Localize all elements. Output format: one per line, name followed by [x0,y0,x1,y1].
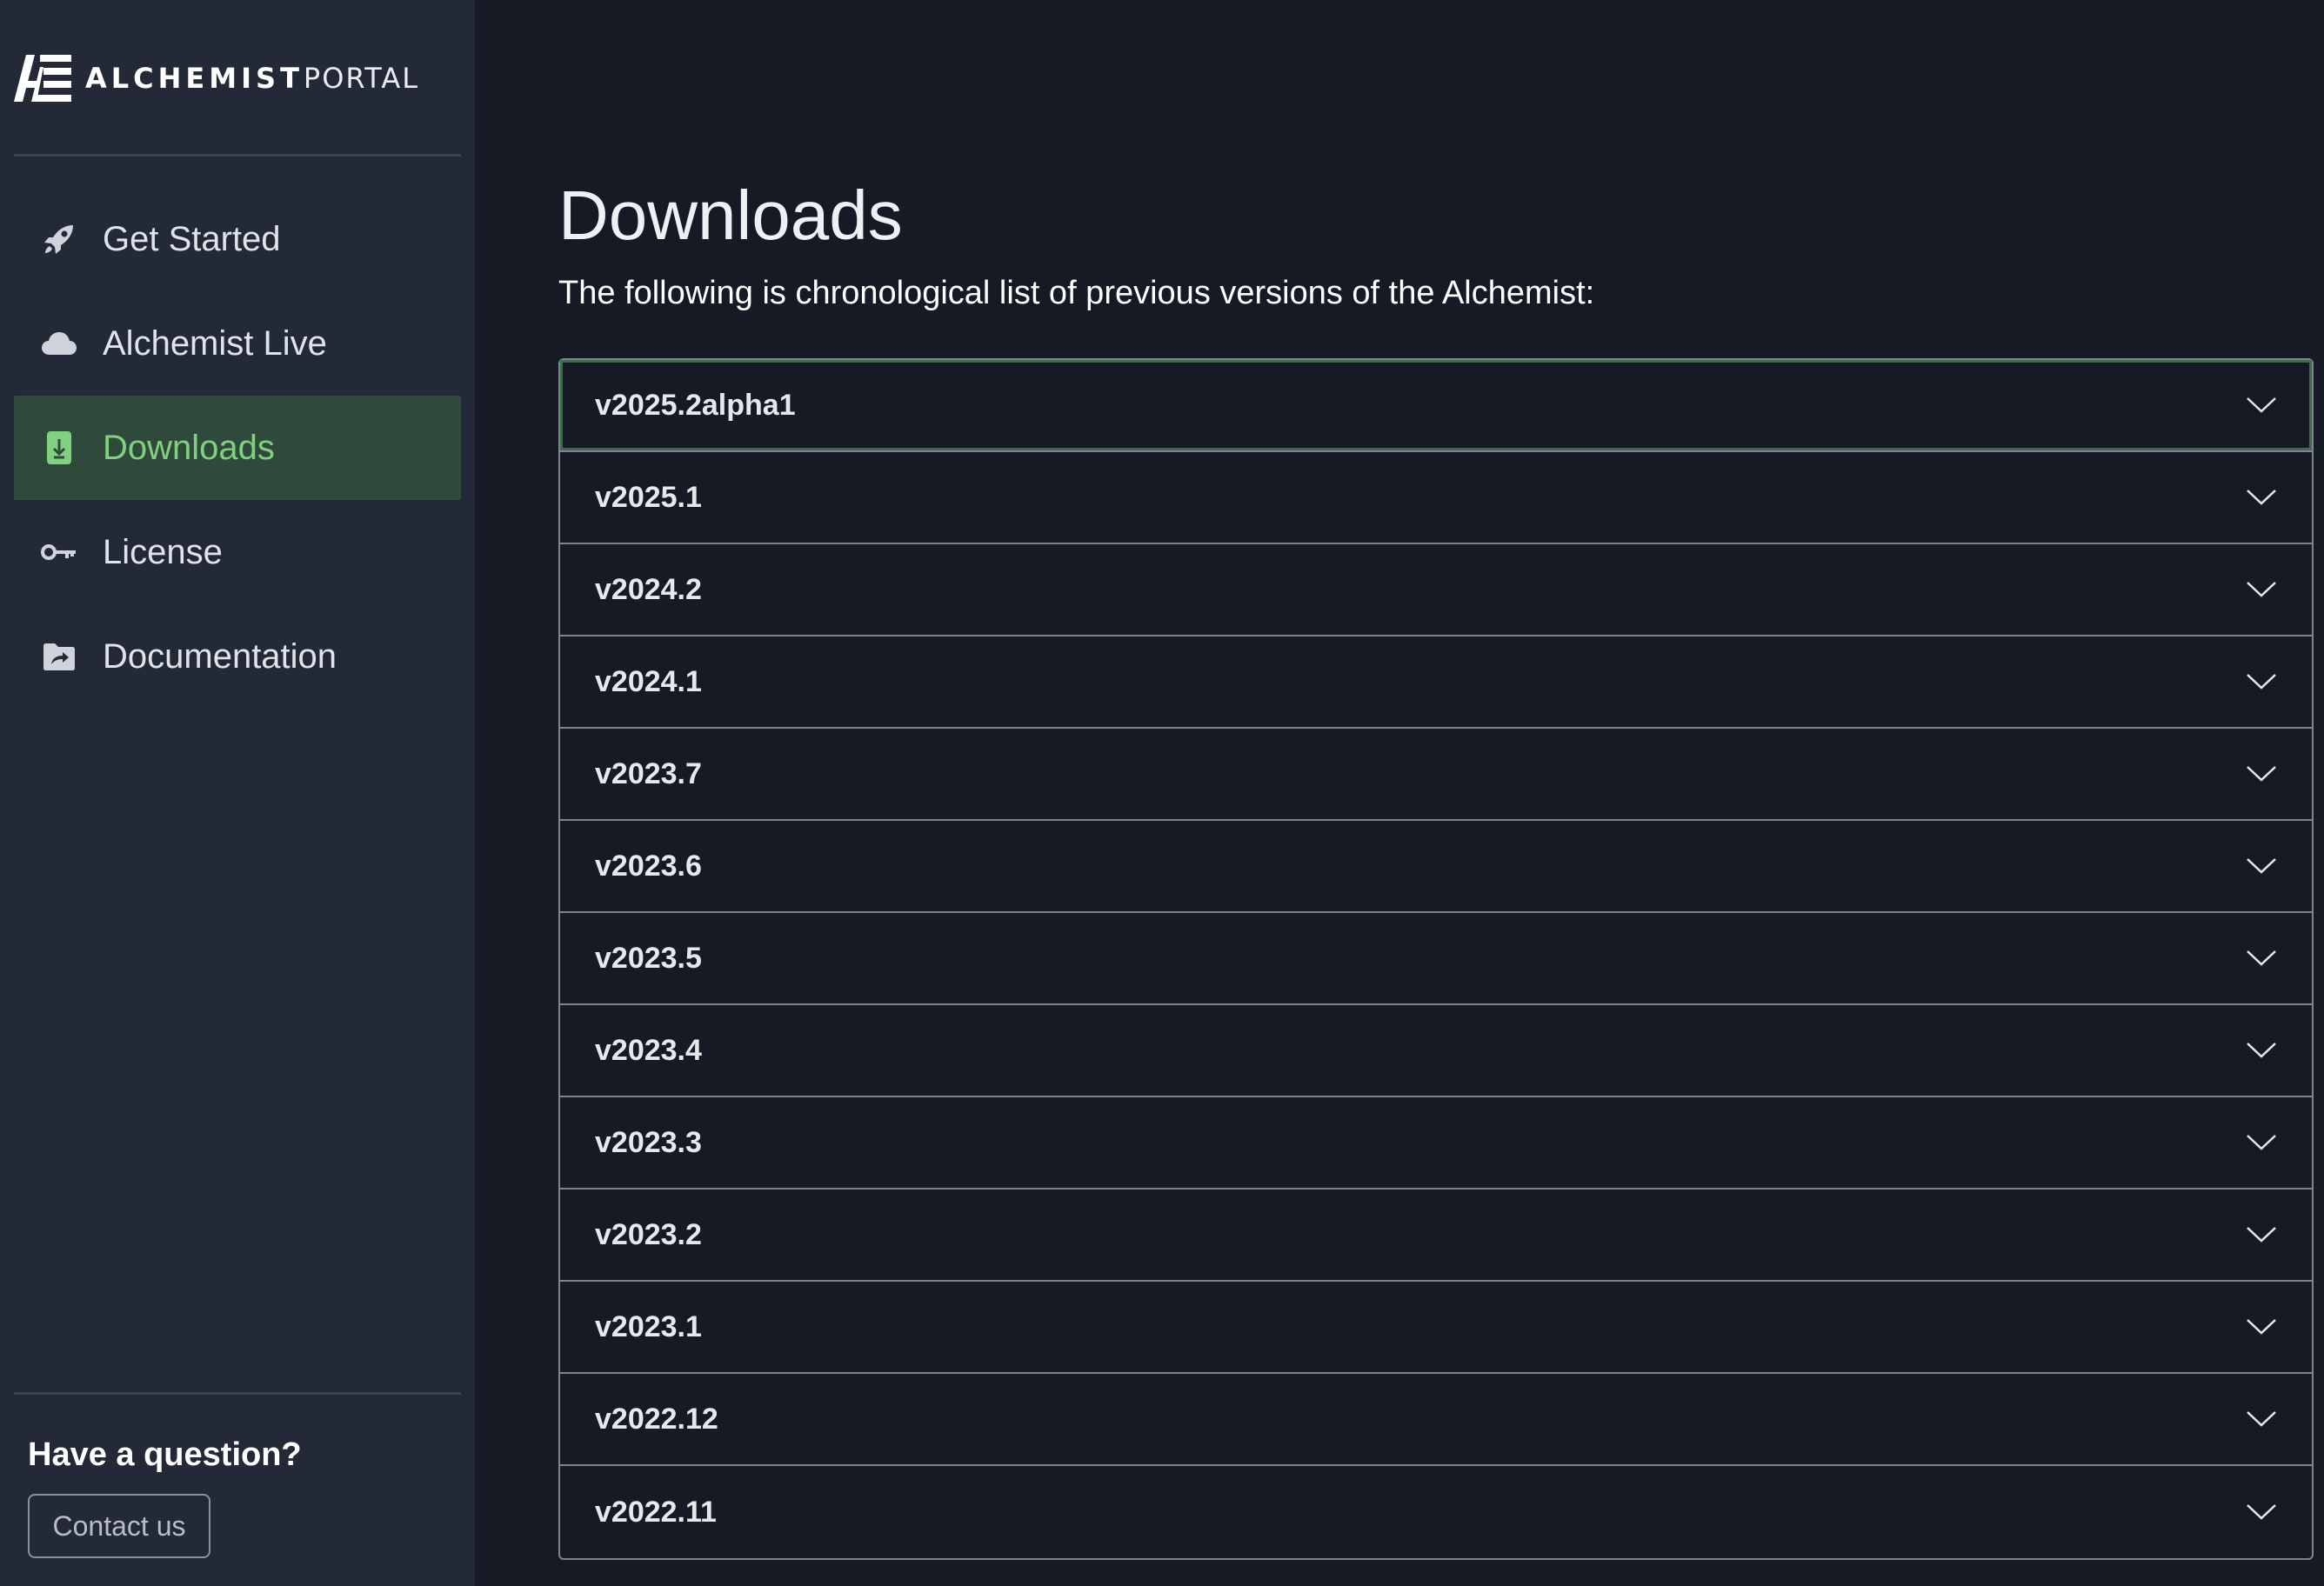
folder-share-icon [40,637,78,676]
chevron-down-icon[interactable] [2246,396,2277,415]
version-accordion-item[interactable]: v2023.1 [560,1282,2312,1374]
chevron-down-icon[interactable] [2246,580,2277,599]
sidebar-divider-bottom [14,1392,461,1395]
version-label: v2023.1 [595,1309,702,1343]
version-accordion-item[interactable]: v2024.2 [560,544,2312,636]
chevron-down-icon[interactable] [2246,672,2277,691]
brand-name-strong: ALCHEMIST [85,62,304,95]
alchemist-logo-icon [14,55,71,102]
version-label: v2023.6 [595,849,702,883]
sidebar-item-label: Alchemist Live [103,323,327,363]
version-label: v2022.11 [595,1495,717,1529]
version-accordion-item[interactable]: v2023.6 [560,821,2312,913]
sidebar-item-get-started[interactable]: Get Started [14,187,461,291]
sidebar-item-label: Documentation [103,636,337,676]
version-accordion-item[interactable]: v2025.1 [560,452,2312,544]
chevron-down-icon[interactable] [2246,1041,2277,1060]
sidebar-nav: Get Started Alchemist Live Downloads Lic… [14,187,461,709]
version-accordion-item[interactable]: v2023.2 [560,1190,2312,1282]
chevron-down-icon[interactable] [2246,1133,2277,1152]
version-accordion-item[interactable]: v2024.1 [560,636,2312,729]
sidebar: ALCHEMISTPORTAL Get Started Alchemist Li… [0,0,475,1586]
contact-us-button[interactable]: Contact us [28,1494,210,1558]
chevron-down-icon[interactable] [2246,1503,2277,1522]
version-label: v2023.4 [595,1033,702,1067]
version-label: v2023.5 [595,941,702,975]
version-label: v2025.2alpha1 [595,388,796,422]
rocket-icon [40,220,78,258]
version-accordion-item[interactable]: v2023.4 [560,1005,2312,1097]
sidebar-item-license[interactable]: License [14,500,461,604]
sidebar-item-alchemist-live[interactable]: Alchemist Live [14,291,461,396]
version-label: v2022.12 [595,1402,718,1436]
brand-name-light: PORTAL [303,62,420,95]
download-file-icon [40,429,78,467]
brand[interactable]: ALCHEMISTPORTAL [14,54,419,103]
chevron-down-icon[interactable] [2246,1409,2277,1429]
cloud-icon [40,324,78,363]
version-accordion-item[interactable]: v2023.7 [560,729,2312,821]
sidebar-item-documentation[interactable]: Documentation [14,604,461,709]
versions-accordion: v2025.2alpha1 v2025.1 v2024.2 v2024.1 v2023.… [558,358,2314,1560]
sidebar-item-label: License [103,532,223,571]
page-title: Downloads [558,177,903,254]
chevron-down-icon[interactable] [2246,764,2277,783]
version-accordion-item[interactable]: v2023.3 [560,1097,2312,1190]
brand-name: ALCHEMISTPORTAL [85,64,419,92]
version-label: v2023.3 [595,1125,702,1159]
chevron-down-icon[interactable] [2246,488,2277,507]
version-accordion-item[interactable]: v2025.2alpha1 [560,360,2312,452]
sidebar-item-label: Get Started [103,219,281,258]
version-accordion-item[interactable]: v2022.12 [560,1374,2312,1466]
chevron-down-icon[interactable] [2246,856,2277,876]
version-label: v2025.1 [595,480,702,514]
version-label: v2024.2 [595,572,702,606]
version-accordion-item[interactable]: v2022.11 [560,1466,2312,1558]
version-label: v2024.1 [595,664,702,698]
version-accordion-item[interactable]: v2023.5 [560,913,2312,1005]
chevron-down-icon[interactable] [2246,1317,2277,1336]
app-window: ALCHEMISTPORTAL Get Started Alchemist Li… [0,0,2324,1586]
sidebar-item-downloads[interactable]: Downloads [14,396,461,500]
chevron-down-icon[interactable] [2246,949,2277,968]
version-label: v2023.2 [595,1217,702,1251]
key-icon [40,533,78,571]
main-content: Downloads The following is chronological… [475,0,2324,1586]
version-label: v2023.7 [595,756,702,790]
help-question: Have a question? [28,1436,302,1473]
sidebar-divider-top [14,154,461,157]
sidebar-item-label: Downloads [103,428,275,467]
chevron-down-icon[interactable] [2246,1225,2277,1244]
page-subtitle: The following is chronological list of p… [558,275,1595,311]
